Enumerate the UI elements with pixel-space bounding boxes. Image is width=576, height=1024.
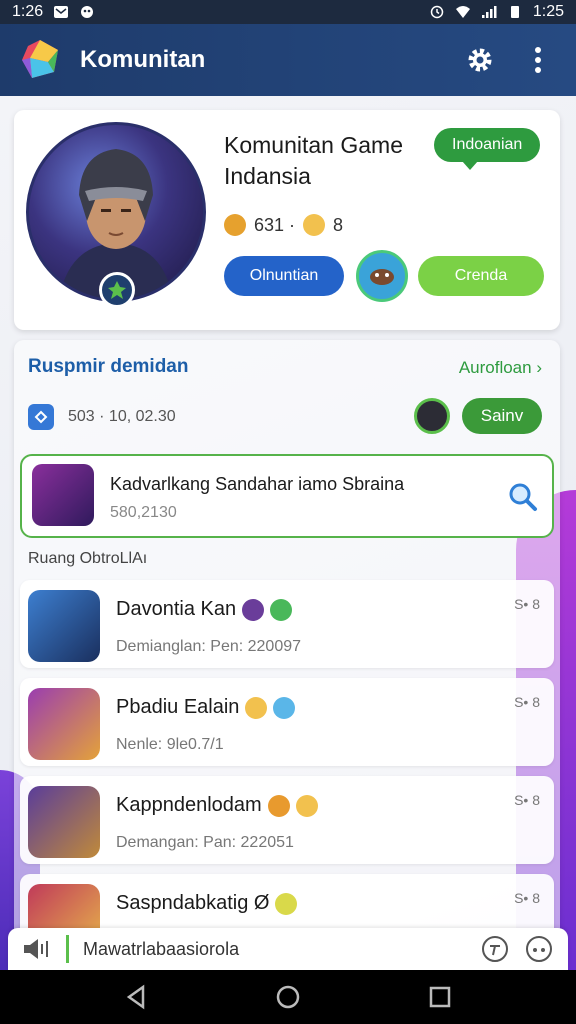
chat-name: Davontia Kan: [116, 598, 237, 620]
input-divider: [66, 935, 69, 963]
stat-value-2: 8: [333, 214, 344, 235]
link-icon: [28, 404, 54, 430]
chevron-right-icon: ›: [536, 358, 542, 377]
rooms-list-card: Ruspmir demidan Aurofloan › 503 · 10, 02…: [14, 340, 560, 970]
back-icon[interactable]: [123, 984, 149, 1010]
community-tag[interactable]: Indoanian: [434, 128, 541, 170]
primary-action-button[interactable]: Olnuntian: [224, 256, 344, 296]
emoji-icon: [273, 696, 296, 719]
wifi-icon: [455, 6, 470, 18]
room-info-row: 503 · 10, 02.30: [28, 404, 176, 430]
game-controller-icon[interactable]: [524, 934, 554, 964]
chat-room-item[interactable]: Davontia Kan Demianglan: Pen: 220097 S• …: [20, 580, 554, 668]
gear-icon: [468, 48, 492, 72]
chat-name: Saspndabkatig Ø: [116, 892, 270, 914]
chat-name-row: Davontia Kan: [116, 598, 293, 621]
emoji-icon: [275, 892, 298, 915]
game-icon: [81, 6, 94, 18]
chat-name: Pbadiu Ealain: [116, 696, 240, 718]
room-thumbnail: [32, 464, 94, 526]
user-avatar[interactable]: [414, 398, 450, 434]
emoji-icon: [245, 696, 268, 719]
message-input-bar: Mawatrlabaasiorola: [8, 928, 568, 970]
app-title: Komunitan: [80, 46, 206, 73]
voice-room-button[interactable]: [356, 250, 408, 302]
chat-room-item[interactable]: Pbadiu Ealain Nenle: 9le0.7/1 S• 8: [20, 678, 554, 766]
chat-meta: S• 8: [514, 596, 540, 612]
search-icon[interactable]: [506, 480, 538, 512]
system-nav-bar: [0, 970, 576, 1024]
message-input[interactable]: Mawatrlabaasiorola: [83, 939, 466, 960]
chat-subtitle: Demianglan: Pen: 220097: [116, 638, 302, 655]
chat-thumbnail: [28, 688, 100, 760]
battery-icon: [510, 6, 519, 18]
status-bar: 1:26 1:25: [0, 0, 576, 24]
creature-icon: [370, 269, 394, 285]
chat-name-row: Kappndenlodam: [116, 794, 318, 817]
see-more-link[interactable]: Aurofloan ›: [459, 358, 542, 378]
emoji-icon: [270, 598, 293, 621]
message-icon: [54, 6, 69, 18]
chat-meta: S• 8: [514, 694, 540, 710]
chat-thumbnail: [28, 590, 100, 662]
highlighted-room-title: Kadvarlkang Sandahar iamo Sbraina: [110, 474, 405, 494]
secondary-action-button[interactable]: Crenda: [418, 256, 544, 296]
chat-meta: S• 8: [514, 890, 540, 906]
home-icon[interactable]: [275, 984, 301, 1010]
section-title: Ruspmir demidan: [28, 356, 189, 377]
community-title: Komunitan Game Indansia: [224, 132, 403, 189]
emoji-icon: [267, 794, 290, 817]
emoji-icon: [242, 598, 265, 621]
chat-meta: S• 8: [514, 792, 540, 808]
more-options-button[interactable]: [518, 40, 558, 80]
chat-room-item[interactable]: Kappndenlodam Demangan: Pan: 222051 S• 8: [20, 776, 554, 864]
chat-name: Kappndenlodam: [116, 794, 262, 816]
highlighted-room-subtitle: 580,2130: [110, 504, 177, 521]
face-emoji-icon: [303, 214, 326, 236]
status-time-right: 1:25: [532, 3, 564, 20]
join-button[interactable]: Sainv: [462, 398, 542, 434]
settings-button[interactable]: [460, 40, 500, 80]
speaker-icon[interactable]: [22, 937, 52, 961]
app-logo-icon: [22, 40, 58, 78]
chat-name-row: Pbadiu Ealain: [116, 696, 296, 719]
verified-badge-icon: [99, 272, 135, 308]
chat-name-row: Saspndabkatig Ø: [116, 892, 298, 915]
community-stats: 631 · 8: [224, 214, 343, 236]
chat-thumbnail: [28, 786, 100, 858]
status-time-left: 1:26: [12, 3, 44, 20]
chat-section-label: Ruang ObtroLlAı: [28, 550, 148, 567]
sticker-icon[interactable]: [480, 934, 510, 964]
chat-subtitle: Demangan: Pan: 222051: [116, 834, 294, 851]
room-info-text: 503 · 10, 02.30: [68, 408, 176, 425]
alarm-icon: [430, 5, 444, 19]
stat-value: 631 ·: [254, 214, 296, 235]
more-vertical-icon: [535, 47, 541, 73]
app-bar: Komunitan: [0, 24, 576, 96]
community-profile-card: Komunitan Game Indansia Indoanian 631 · …: [14, 110, 560, 330]
highlighted-room[interactable]: Kadvarlkang Sandahar iamo Sbraina 580,21…: [20, 454, 554, 538]
trophy-emoji-icon: [224, 214, 246, 236]
see-more-label: Aurofloan: [458, 358, 532, 377]
emoji-icon: [295, 794, 318, 817]
recents-icon[interactable]: [427, 984, 453, 1010]
signal-icon: [481, 6, 497, 18]
main-content: Komunitan Game Indansia Indoanian 631 · …: [0, 96, 576, 970]
chat-subtitle: Nenle: 9le0.7/1: [116, 736, 224, 753]
